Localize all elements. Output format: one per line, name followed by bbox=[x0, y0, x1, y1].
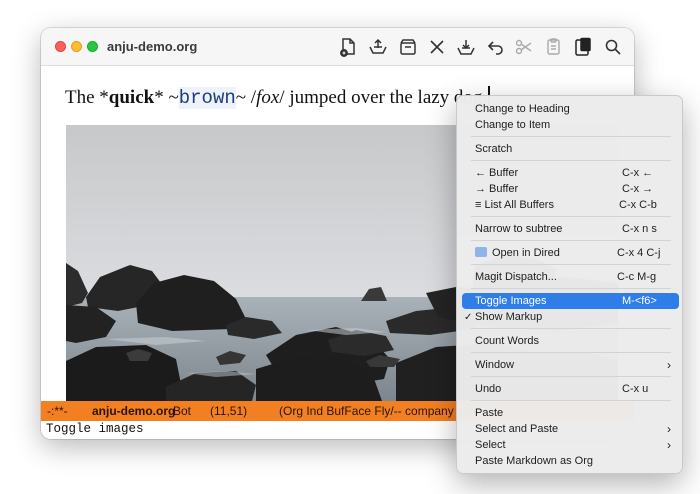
modeline-linecol: (11,51) bbox=[210, 404, 248, 418]
minimize-window-button[interactable] bbox=[71, 41, 82, 52]
search-icon[interactable] bbox=[602, 36, 624, 58]
window-title: anju-demo.org bbox=[107, 39, 198, 54]
menu-separator bbox=[471, 136, 671, 137]
menu-item-previous-buffer[interactable]: ← Buffer C-x ← bbox=[462, 165, 679, 181]
menu-separator bbox=[471, 328, 671, 329]
save-icon[interactable] bbox=[455, 36, 477, 58]
modeline-state: -:**- bbox=[47, 404, 68, 418]
zoom-window-button[interactable] bbox=[87, 41, 98, 52]
copy-icon[interactable] bbox=[543, 36, 565, 58]
menu-item-select-and-paste[interactable]: Select and Paste › bbox=[462, 421, 679, 437]
chevron-right-icon: › bbox=[667, 358, 671, 372]
text-code: brown bbox=[178, 87, 236, 109]
menu-item-open-in-dired[interactable]: Open in Dired C-x 4 C-j bbox=[462, 245, 679, 261]
menu-separator bbox=[471, 216, 671, 217]
menu-item-list-all-buffers[interactable]: ≡ List All Buffers C-x C-b bbox=[462, 197, 679, 213]
menu-item-next-buffer[interactable]: → Buffer C-x → bbox=[462, 181, 679, 197]
menu-item-paste-markdown-as-org[interactable]: Paste Markdown as Org bbox=[462, 453, 679, 469]
text-italic: fox bbox=[256, 87, 280, 108]
paste-icon[interactable] bbox=[572, 36, 594, 58]
menu-item-undo[interactable]: Undo C-x u bbox=[462, 381, 679, 397]
menu-separator bbox=[471, 160, 671, 161]
upload-icon[interactable] bbox=[367, 36, 389, 58]
menu-item-window[interactable]: Window › bbox=[462, 357, 679, 373]
chevron-right-icon: › bbox=[667, 422, 671, 436]
menu-item-magit-dispatch[interactable]: Magit Dispatch... C-c M-g bbox=[462, 269, 679, 285]
menu-item-change-to-item[interactable]: Change to Item bbox=[462, 117, 679, 133]
text-line[interactable]: The *quick* ~brown~ /fox/ jumped over th… bbox=[65, 86, 490, 109]
menu-separator bbox=[471, 376, 671, 377]
cut-icon[interactable] bbox=[513, 36, 535, 58]
menu-separator bbox=[471, 240, 671, 241]
menu-item-show-markup[interactable]: ✓ Show Markup bbox=[462, 309, 679, 325]
menu-separator bbox=[471, 264, 671, 265]
menu-separator bbox=[471, 400, 671, 401]
context-menu: Change to Heading Change to Item Scratch… bbox=[456, 95, 683, 474]
menu-item-count-words[interactable]: Count Words bbox=[462, 333, 679, 349]
menu-separator bbox=[471, 352, 671, 353]
inbox-icon[interactable] bbox=[397, 36, 419, 58]
menu-item-select[interactable]: Select › bbox=[462, 437, 679, 453]
close-icon[interactable] bbox=[426, 36, 448, 58]
close-window-button[interactable] bbox=[55, 41, 66, 52]
menu-item-narrow-to-subtree[interactable]: Narrow to subtree C-x n s bbox=[462, 221, 679, 237]
menu-item-paste[interactable]: Paste bbox=[462, 405, 679, 421]
menu-item-scratch[interactable]: Scratch bbox=[462, 141, 679, 157]
menu-separator bbox=[471, 288, 671, 289]
chevron-right-icon: › bbox=[667, 438, 671, 452]
modeline-buffer-name: anju-demo.org bbox=[92, 404, 176, 418]
folder-icon bbox=[475, 247, 487, 257]
new-file-icon[interactable] bbox=[337, 36, 359, 58]
modeline-position: Bot bbox=[173, 404, 192, 418]
text-plain: * ~ bbox=[154, 87, 179, 108]
undo-icon[interactable] bbox=[485, 36, 507, 58]
text-bold: quick bbox=[108, 87, 155, 108]
checkmark-icon: ✓ bbox=[464, 311, 473, 323]
titlebar: anju-demo.org bbox=[41, 28, 634, 66]
menu-item-toggle-images[interactable]: Toggle Images M-<f6> bbox=[462, 293, 679, 309]
text-plain: The * bbox=[65, 87, 109, 108]
text-plain: ~ / bbox=[235, 87, 257, 108]
menu-item-change-to-heading[interactable]: Change to Heading bbox=[462, 101, 679, 117]
